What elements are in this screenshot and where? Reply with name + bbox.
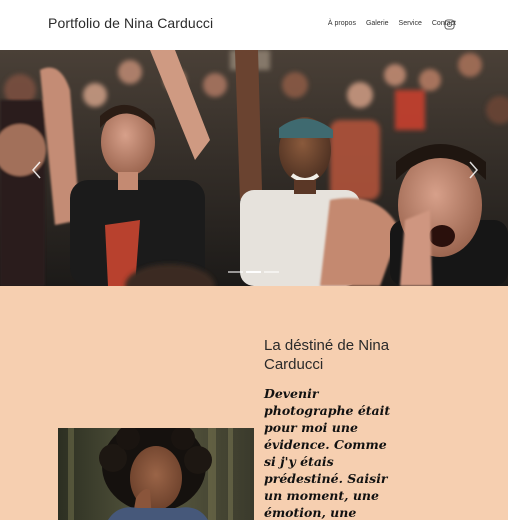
- instagram-icon[interactable]: [444, 19, 455, 30]
- about-quote: Devenir photographe était pour moi une é…: [264, 386, 391, 520]
- site-header: Portfolio de Nina Carducci À propos Gale…: [0, 0, 508, 50]
- carousel-indicators: [228, 271, 279, 273]
- chevron-left-icon[interactable]: [30, 160, 44, 180]
- site-title[interactable]: Portfolio de Nina Carducci: [48, 15, 213, 31]
- concert-crowd-photo: [0, 50, 508, 286]
- nav-link-service[interactable]: Service: [399, 20, 422, 27]
- carousel-dot-1[interactable]: [228, 271, 243, 273]
- nav-link-a-propos[interactable]: À propos: [328, 20, 356, 27]
- hero-carousel: [0, 50, 508, 286]
- nav-link-galerie[interactable]: Galerie: [366, 20, 389, 27]
- main-nav: À propos Galerie Service Contact: [328, 20, 456, 27]
- portrait-photo: [58, 428, 254, 520]
- about-heading: La déstiné de Nina Carducci: [264, 337, 390, 373]
- nina-carducci-portrait: [58, 428, 254, 520]
- carousel-dot-2[interactable]: [246, 271, 261, 273]
- about-section: La déstiné de Nina Carducci Devenir phot…: [0, 286, 508, 520]
- chevron-right-icon[interactable]: [466, 160, 480, 180]
- carousel-dot-3[interactable]: [264, 271, 279, 273]
